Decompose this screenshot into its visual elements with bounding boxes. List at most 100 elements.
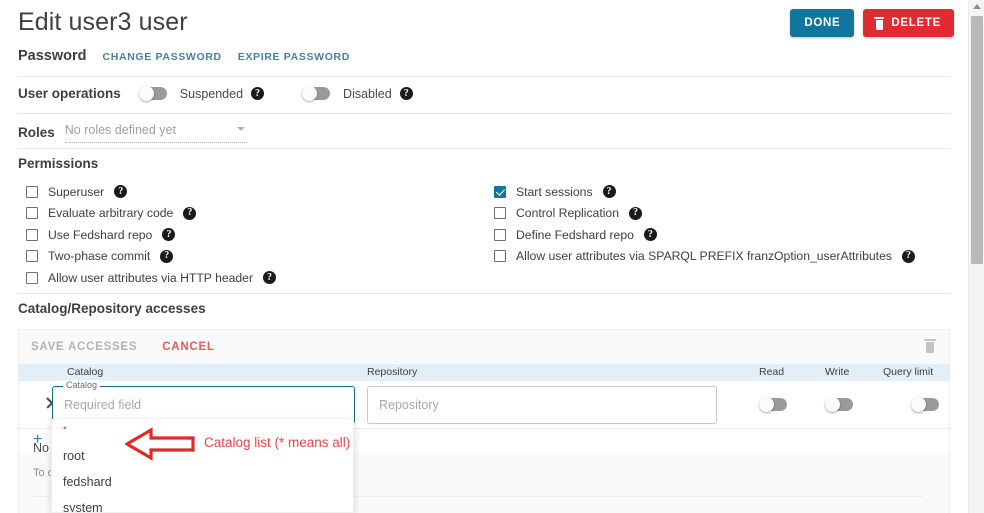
permission-checkbox[interactable] [26, 271, 38, 284]
permission-checkbox[interactable] [494, 250, 506, 263]
delete-button-label: DELETE [891, 17, 941, 29]
permissions-title: Permissions [18, 156, 99, 171]
permission-item[interactable]: Define Fedshard repo ? [494, 224, 915, 246]
permission-item[interactable]: Control Replication ? [494, 203, 915, 225]
permissions-column-right: Start sessions ? Control Replication ? D… [494, 181, 915, 267]
permissions-column-left: Superuser ? Evaluate arbitrary code ? Us… [26, 181, 277, 289]
catalog-option-fedshard[interactable]: fedshard [52, 469, 353, 495]
roles-row: Roles No roles defined yet [18, 121, 247, 143]
disabled-label: Disabled [343, 86, 392, 101]
catalog-dropdown[interactable]: * root fedshard system [51, 419, 354, 513]
permission-label: Evaluate arbitrary code [48, 206, 174, 221]
permission-help-icon[interactable]: ? [263, 271, 277, 285]
divider-permissions [18, 293, 950, 294]
permission-label: Superuser [48, 184, 105, 199]
header-actions: DONE DELETE [790, 9, 954, 37]
write-toggle[interactable] [825, 397, 853, 412]
annotation-arrow-icon [125, 427, 195, 461]
permission-help-icon[interactable]: ? [602, 185, 616, 199]
page-title: Edit user3 user [18, 8, 188, 36]
permission-checkbox[interactable] [494, 228, 506, 241]
disabled-toggle-knob [302, 86, 318, 101]
expire-password-link[interactable]: EXPIRE PASSWORD [238, 51, 350, 63]
delete-accesses-icon[interactable] [924, 339, 936, 354]
cancel-accesses-button[interactable]: CANCEL [162, 341, 214, 353]
permission-help-icon[interactable]: ? [114, 185, 128, 199]
permission-label: Define Fedshard repo [516, 227, 634, 242]
permission-help-icon[interactable]: ? [628, 206, 642, 220]
password-label: Password [18, 48, 87, 64]
roles-select[interactable]: No roles defined yet [64, 121, 247, 143]
permission-label: Allow user attributes via SPARQL PREFIX … [516, 249, 892, 264]
permission-label: Start sessions [516, 184, 593, 199]
column-header-catalog: Catalog [67, 366, 104, 378]
roles-selected-value: No roles defined yet [64, 123, 176, 137]
permission-label: Use Fedshard repo [48, 227, 153, 242]
permission-checkbox[interactable] [26, 250, 38, 263]
permission-help-icon[interactable]: ? [183, 206, 197, 220]
app-window: Edit user3 user DONE DELETE Password CHA… [0, 0, 984, 513]
user-operations-label: User operations [18, 86, 121, 101]
permission-item[interactable]: Allow user attributes via SPARQL PREFIX … [494, 246, 915, 268]
repository-input[interactable]: Repository [367, 386, 717, 424]
roles-label: Roles [18, 124, 55, 140]
permission-checkbox[interactable] [26, 207, 38, 220]
column-header-write: Write [825, 366, 850, 378]
query-limit-toggle[interactable] [911, 397, 939, 412]
permission-help-icon[interactable]: ? [901, 249, 915, 263]
suspended-label: Suspended [179, 86, 244, 101]
done-button-label: DONE [804, 17, 841, 29]
permission-label: Two-phase commit [48, 249, 151, 264]
permission-item[interactable]: Use Fedshard repo ? [26, 224, 276, 246]
scroll-up-arrow-icon[interactable] [973, 4, 981, 9]
query-limit-toggle-knob [911, 397, 926, 412]
permission-item[interactable]: Allow user attributes via HTTP header ? [26, 267, 277, 289]
permission-checkbox[interactable] [26, 228, 38, 241]
change-password-link[interactable]: CHANGE PASSWORD [103, 51, 222, 63]
accesses-table-header: Catalog Repository Read Write Query limi… [19, 364, 949, 381]
catalog-option-system[interactable]: system [52, 495, 353, 512]
column-header-read: Read [759, 366, 785, 378]
delete-button[interactable]: DELETE [863, 9, 954, 37]
disabled-toggle[interactable] [302, 86, 331, 101]
vertical-scrollbar[interactable] [968, 0, 984, 513]
trash-icon [874, 16, 885, 30]
permission-checkbox[interactable] [494, 185, 506, 198]
password-row: Password CHANGE PASSWORD EXPIRE PASSWORD [18, 48, 350, 64]
divider-password [18, 76, 950, 77]
permission-label: Allow user attributes via HTTP header [48, 270, 254, 285]
divider-roles [18, 148, 950, 149]
column-header-repository: Repository [367, 366, 418, 378]
catalog-input-placeholder: Required field [64, 398, 142, 412]
permission-checkbox[interactable] [494, 207, 506, 220]
permission-help-icon[interactable]: ? [162, 228, 176, 242]
done-button[interactable]: DONE [790, 9, 855, 37]
permission-checkbox[interactable] [26, 185, 38, 198]
user-operations-row: User operations Suspended ? Disabled ? [18, 86, 413, 101]
catalog-input-label: Catalog [63, 380, 101, 390]
chevron-down-icon [236, 127, 245, 131]
accesses-title: Catalog/Repository accesses [18, 301, 206, 316]
suspended-toggle-knob [138, 86, 154, 101]
read-toggle-knob [759, 397, 774, 412]
scrollbar-thumb[interactable] [971, 16, 983, 264]
write-toggle-knob [825, 397, 840, 412]
suspended-help-icon[interactable]: ? [251, 87, 265, 100]
repository-input-placeholder: Repository [379, 398, 439, 412]
save-accesses-button[interactable]: SAVE ACCESSES [31, 341, 137, 353]
accesses-toolbar: SAVE ACCESSES CANCEL [19, 330, 949, 364]
suspended-toggle[interactable] [138, 86, 167, 101]
divider-operations [18, 113, 950, 114]
column-header-query-limit: Query limit [883, 366, 934, 378]
permission-item[interactable]: Start sessions ? [494, 181, 915, 203]
read-toggle[interactable] [759, 397, 787, 412]
disabled-help-icon[interactable]: ? [399, 87, 413, 100]
permission-label: Control Replication [516, 206, 619, 221]
permission-help-icon[interactable]: ? [160, 249, 174, 263]
permission-item[interactable]: Evaluate arbitrary code ? [26, 203, 276, 225]
annotation-text: Catalog list (* means all) [204, 435, 351, 450]
permission-help-icon[interactable]: ? [643, 228, 657, 242]
permission-item[interactable]: Two-phase commit ? [26, 246, 276, 268]
content-pane: Edit user3 user DONE DELETE Password CHA… [0, 0, 968, 513]
permission-item[interactable]: Superuser ? [26, 181, 276, 203]
